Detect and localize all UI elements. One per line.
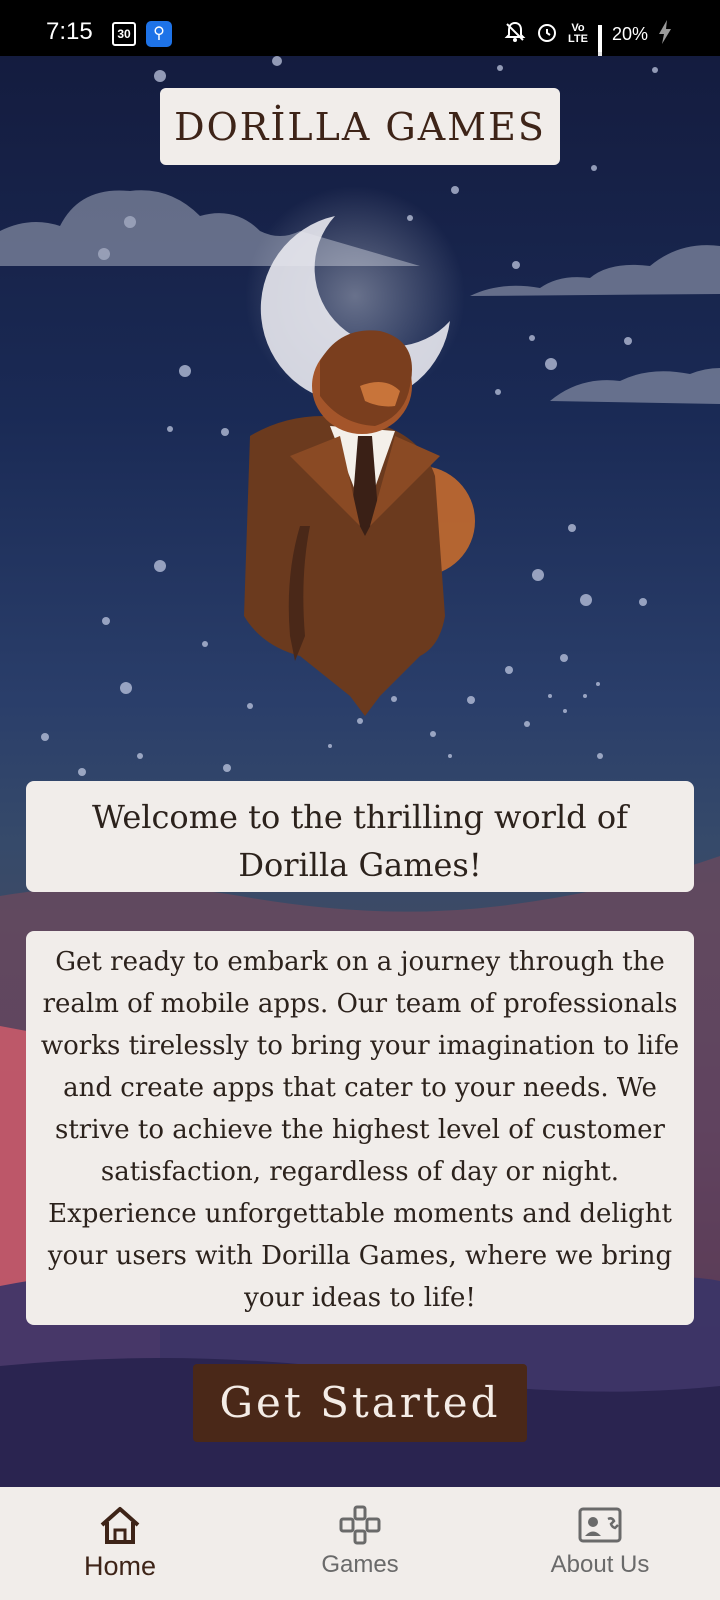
logo-text: DORİLLA GAMES xyxy=(174,104,546,149)
description-text: Get ready to embark on a journey through… xyxy=(40,947,680,1313)
volte-icon: Vo LTE xyxy=(568,23,588,45)
nav-item-home[interactable]: Home xyxy=(0,1487,240,1600)
usb-icon: ⚲ xyxy=(146,21,172,47)
gamepad-icon xyxy=(339,1505,381,1545)
description-card: Get ready to embark on a journey through… xyxy=(26,931,694,1325)
nav-label-home: Home xyxy=(83,1551,157,1581)
nav-item-games[interactable]: Games xyxy=(240,1487,480,1600)
logo-banner: DORİLLA GAMES xyxy=(160,88,560,165)
status-icons: Vo LTE 20% xyxy=(504,19,672,70)
signal-icon xyxy=(597,25,602,70)
get-started-button[interactable]: Get Started xyxy=(193,1364,527,1442)
mute-bell-icon xyxy=(504,21,526,48)
battery-percent: 20% xyxy=(611,23,648,44)
nav-label-games: Games xyxy=(321,1551,399,1578)
bottom-navigation: Home Games About Us xyxy=(0,1487,720,1600)
alarm-icon xyxy=(536,21,558,48)
charging-icon xyxy=(658,19,672,49)
contact-card-icon xyxy=(578,1507,622,1543)
status-bar: 7:15 30 ⚲ Vo LTE 20% xyxy=(0,0,720,70)
nav-label-about-us: About Us xyxy=(550,1551,650,1578)
volte-label-bottom: LTE xyxy=(568,33,588,45)
calendar-icon: 30 xyxy=(112,22,136,46)
welcome-card: Welcome to the thrilling world of Dorill… xyxy=(26,781,694,892)
status-time: 7:15 xyxy=(46,18,93,45)
nav-item-about-us[interactable]: About Us xyxy=(480,1487,720,1600)
home-icon xyxy=(100,1507,140,1544)
welcome-heading: Welcome to the thrilling world of Dorill… xyxy=(92,798,628,884)
